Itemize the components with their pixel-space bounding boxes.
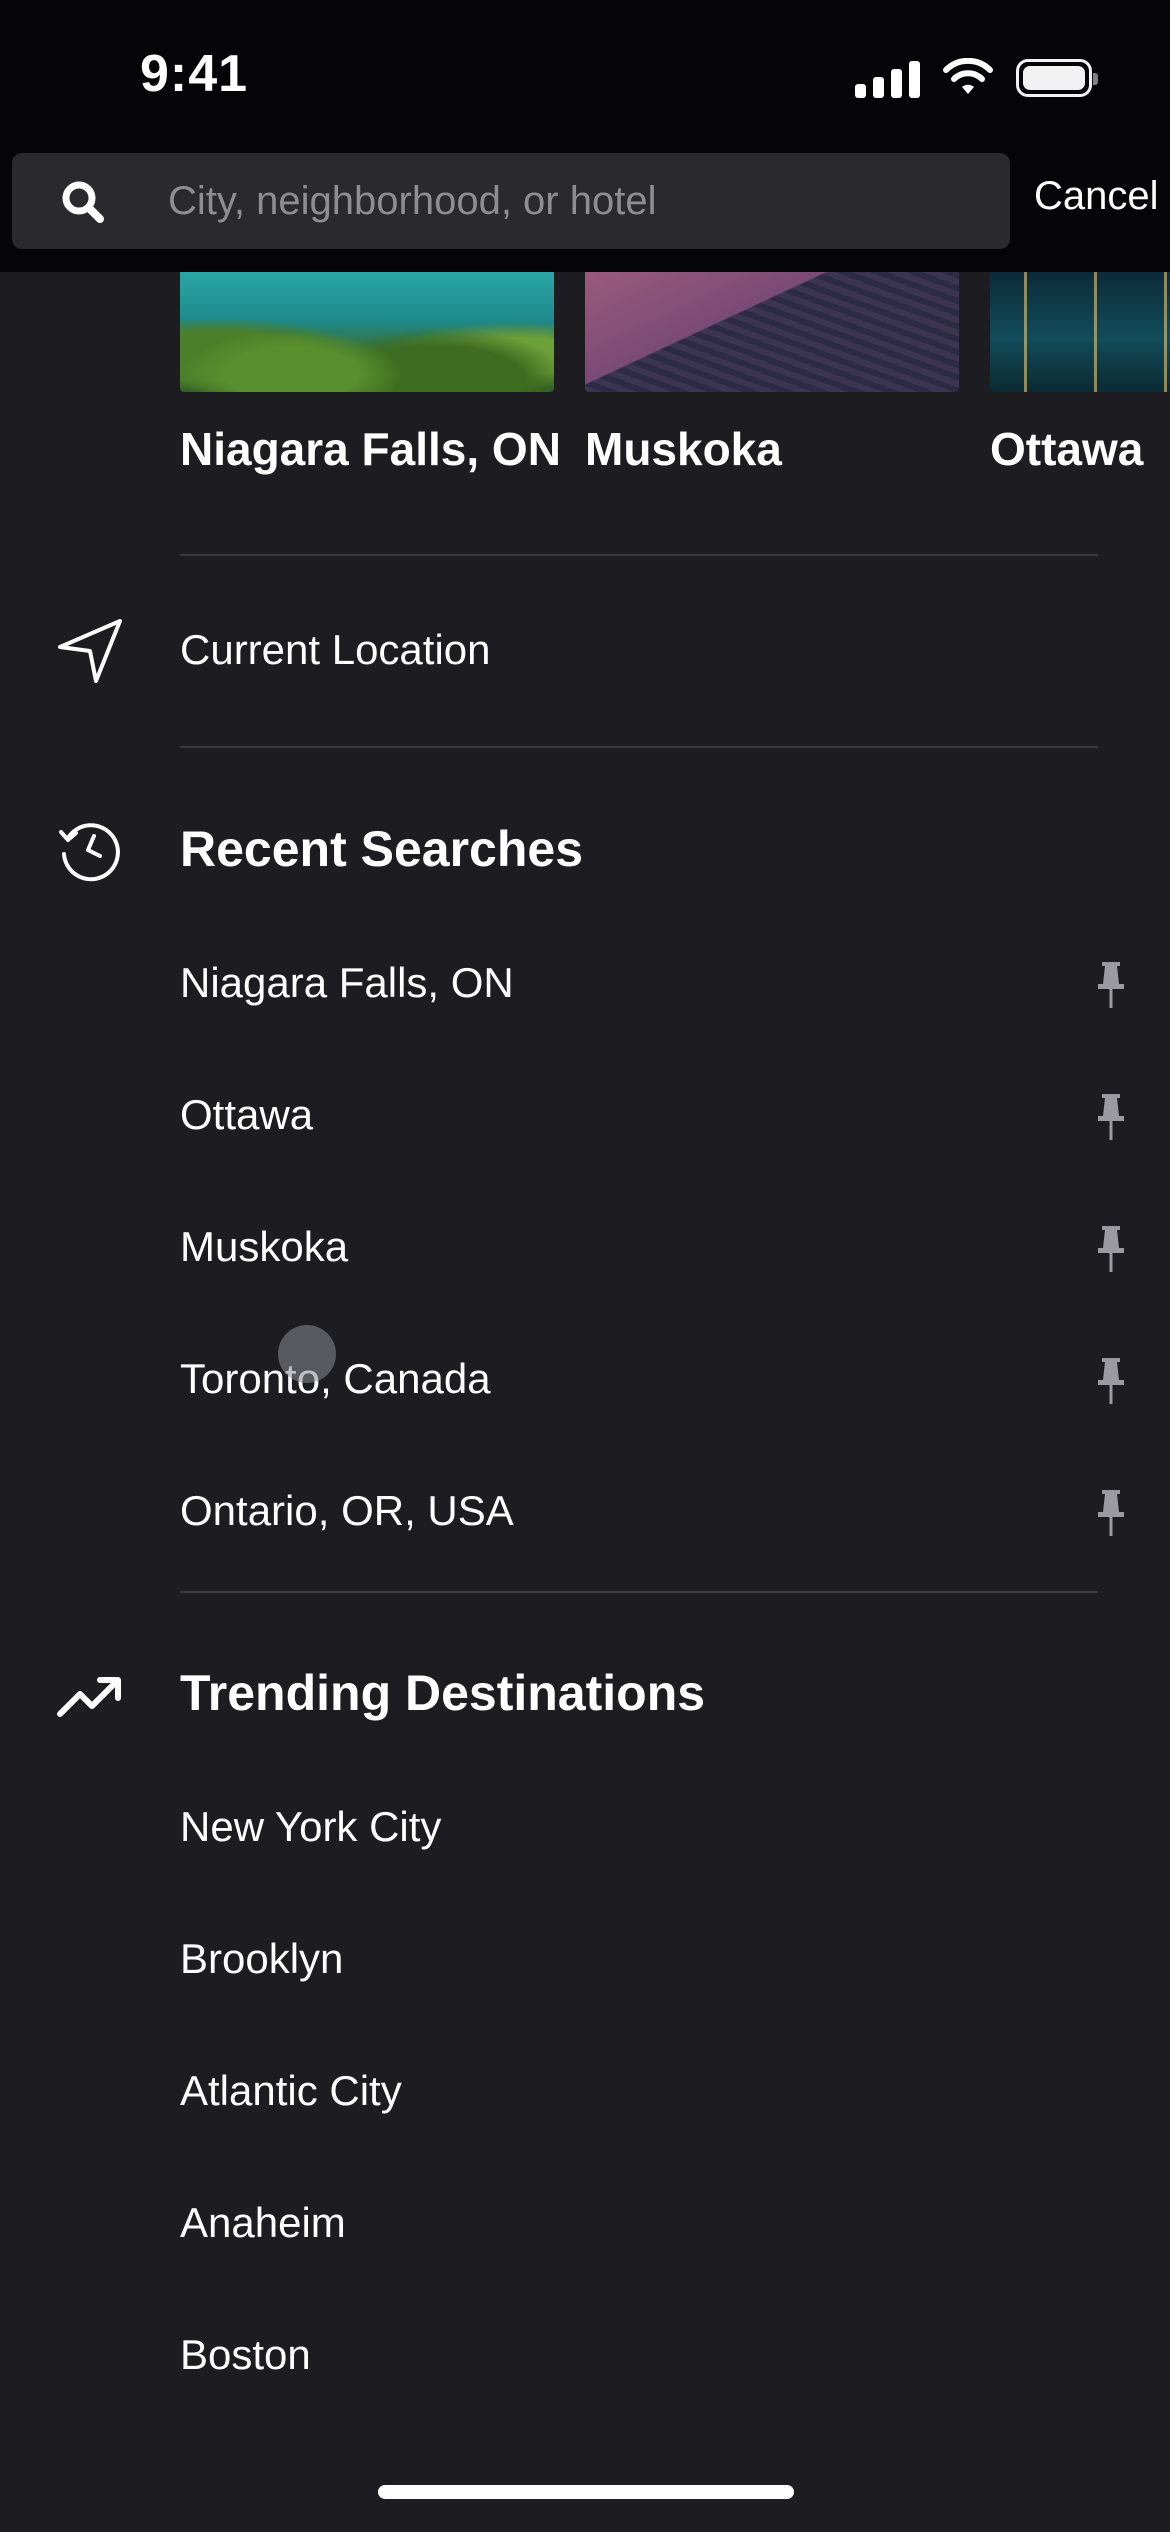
trending-item[interactable]: Boston xyxy=(180,2331,311,2379)
search-input[interactable] xyxy=(168,153,988,249)
carousel-card[interactable]: Muskoka xyxy=(585,272,959,476)
wifi-icon xyxy=(943,58,993,94)
divider xyxy=(180,746,1098,748)
status-time: 9:41 xyxy=(140,45,249,103)
divider xyxy=(180,1591,1098,1593)
recent-searches-title: Recent Searches xyxy=(180,821,584,877)
pin-icon[interactable] xyxy=(1094,1488,1128,1538)
trending-up-icon xyxy=(57,1677,121,1717)
trending-item[interactable]: Brooklyn xyxy=(180,1935,343,1983)
search-box[interactable] xyxy=(12,153,1010,249)
recent-search-item[interactable]: Muskoka xyxy=(180,1223,348,1271)
trending-item[interactable]: Atlantic City xyxy=(180,2067,402,2115)
cancel-button[interactable]: Cancel xyxy=(1034,174,1159,219)
recent-search-item[interactable]: Ontario, OR, USA xyxy=(180,1487,514,1535)
home-indicator[interactable] xyxy=(378,2485,794,2499)
card-title: Muskoka xyxy=(585,423,782,475)
destination-thumbnail xyxy=(180,272,554,392)
pin-icon[interactable] xyxy=(1094,1224,1128,1274)
pin-icon[interactable] xyxy=(1094,1356,1128,1406)
location-arrow-icon xyxy=(58,619,122,683)
trending-item[interactable]: New York City xyxy=(180,1803,441,1851)
carousel-card[interactable]: Ottawa xyxy=(990,272,1170,476)
pin-icon[interactable] xyxy=(1094,1092,1128,1142)
destination-thumbnail xyxy=(990,272,1170,392)
battery-icon xyxy=(1016,59,1098,97)
trending-item[interactable]: Anaheim xyxy=(180,2199,346,2247)
status-icons xyxy=(855,56,1098,100)
recent-search-item[interactable]: Niagara Falls, ON xyxy=(180,959,514,1007)
search-icon xyxy=(62,181,104,223)
destination-search-screen: 9:41 Cancel Niagara F xyxy=(0,0,1170,2532)
cellular-signal-icon xyxy=(855,58,920,98)
recent-search-item[interactable]: Ottawa xyxy=(180,1091,313,1139)
pin-icon[interactable] xyxy=(1094,960,1128,1010)
touch-indicator xyxy=(278,1325,336,1383)
destination-thumbnail xyxy=(585,272,959,392)
card-title: Ottawa xyxy=(990,423,1144,475)
destination-carousel: Niagara Falls, ON Muskoka Ottawa xyxy=(0,272,1170,512)
carousel-card[interactable]: Niagara Falls, ON xyxy=(180,272,561,476)
history-clock-icon xyxy=(59,823,120,882)
divider xyxy=(180,554,1098,556)
header: 9:41 Cancel xyxy=(0,0,1170,272)
card-title: Niagara Falls, ON xyxy=(180,423,561,475)
recent-search-item[interactable]: Toronto, Canada xyxy=(180,1355,491,1403)
current-location-item[interactable]: Current Location xyxy=(180,626,491,674)
trending-destinations-title: Trending Destinations xyxy=(180,1665,706,1721)
